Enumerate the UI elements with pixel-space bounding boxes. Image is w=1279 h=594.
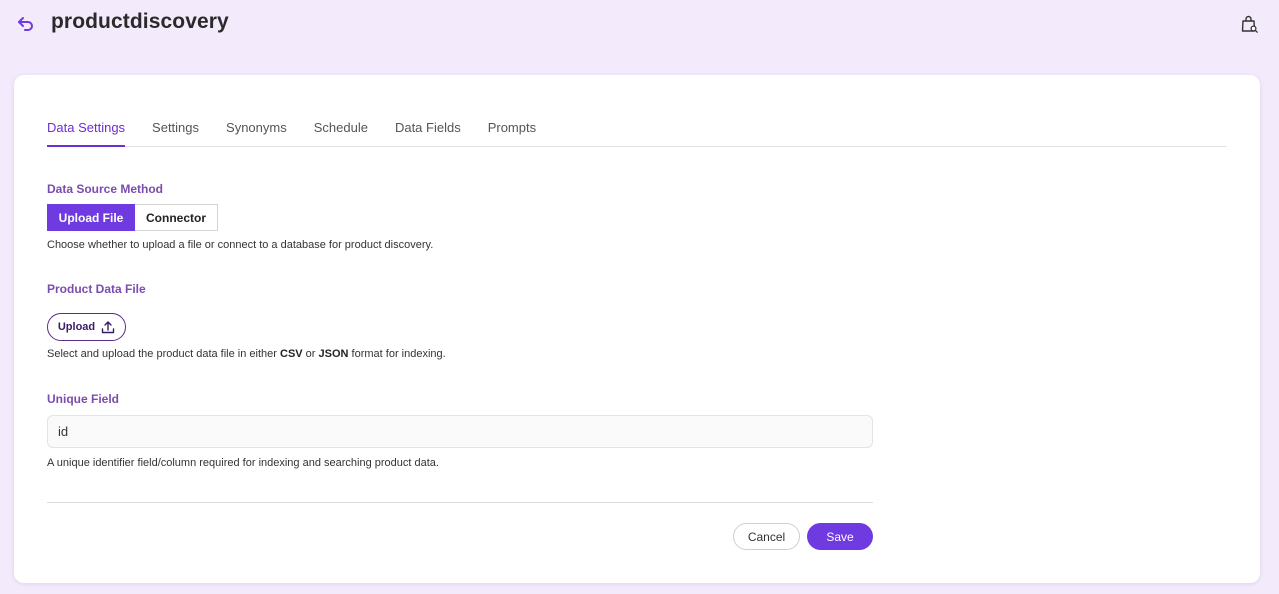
product-file-label: Product Data File bbox=[47, 282, 146, 296]
tab-schedule[interactable]: Schedule bbox=[314, 105, 368, 146]
data-source-toggle: Upload File Connector bbox=[47, 204, 218, 231]
upload-icon bbox=[101, 321, 115, 334]
help-text-prefix: Select and upload the product data file … bbox=[47, 348, 280, 360]
data-source-label: Data Source Method bbox=[47, 182, 164, 196]
tab-data-settings[interactable]: Data Settings bbox=[47, 105, 126, 147]
unique-field-help: A unique identifier field/column require… bbox=[47, 457, 439, 469]
settings-card: Data Settings Settings Synonyms Schedule… bbox=[14, 75, 1260, 583]
back-arrow-icon[interactable] bbox=[14, 12, 38, 36]
help-text-mid: or bbox=[302, 348, 319, 360]
upload-button[interactable]: Upload bbox=[47, 313, 126, 341]
shopping-bag-search-icon[interactable] bbox=[1237, 12, 1261, 36]
upload-file-option[interactable]: Upload File bbox=[47, 204, 135, 231]
tab-data-fields[interactable]: Data Fields bbox=[395, 105, 461, 146]
upload-button-label: Upload bbox=[57, 321, 96, 333]
product-file-help: Select and upload the product data file … bbox=[47, 348, 446, 360]
tab-bar: Data Settings Settings Synonyms Schedule… bbox=[47, 105, 1227, 147]
data-source-help: Choose whether to upload a file or conne… bbox=[47, 239, 434, 251]
unique-field-label: Unique Field bbox=[47, 392, 119, 406]
divider bbox=[47, 502, 873, 503]
help-text-suffix: format for indexing. bbox=[348, 348, 446, 360]
tab-settings[interactable]: Settings bbox=[152, 105, 199, 146]
tab-synonyms[interactable]: Synonyms bbox=[226, 105, 287, 146]
tab-prompts[interactable]: Prompts bbox=[488, 105, 536, 146]
top-bar: productdiscovery bbox=[0, 0, 1279, 50]
save-button[interactable]: Save bbox=[807, 523, 873, 550]
unique-field-input[interactable] bbox=[47, 415, 873, 448]
json-format: JSON bbox=[318, 348, 349, 360]
csv-format: CSV bbox=[280, 348, 303, 360]
connector-option[interactable]: Connector bbox=[135, 204, 218, 231]
app-title: productdiscovery bbox=[51, 10, 229, 33]
cancel-button[interactable]: Cancel bbox=[733, 523, 800, 550]
